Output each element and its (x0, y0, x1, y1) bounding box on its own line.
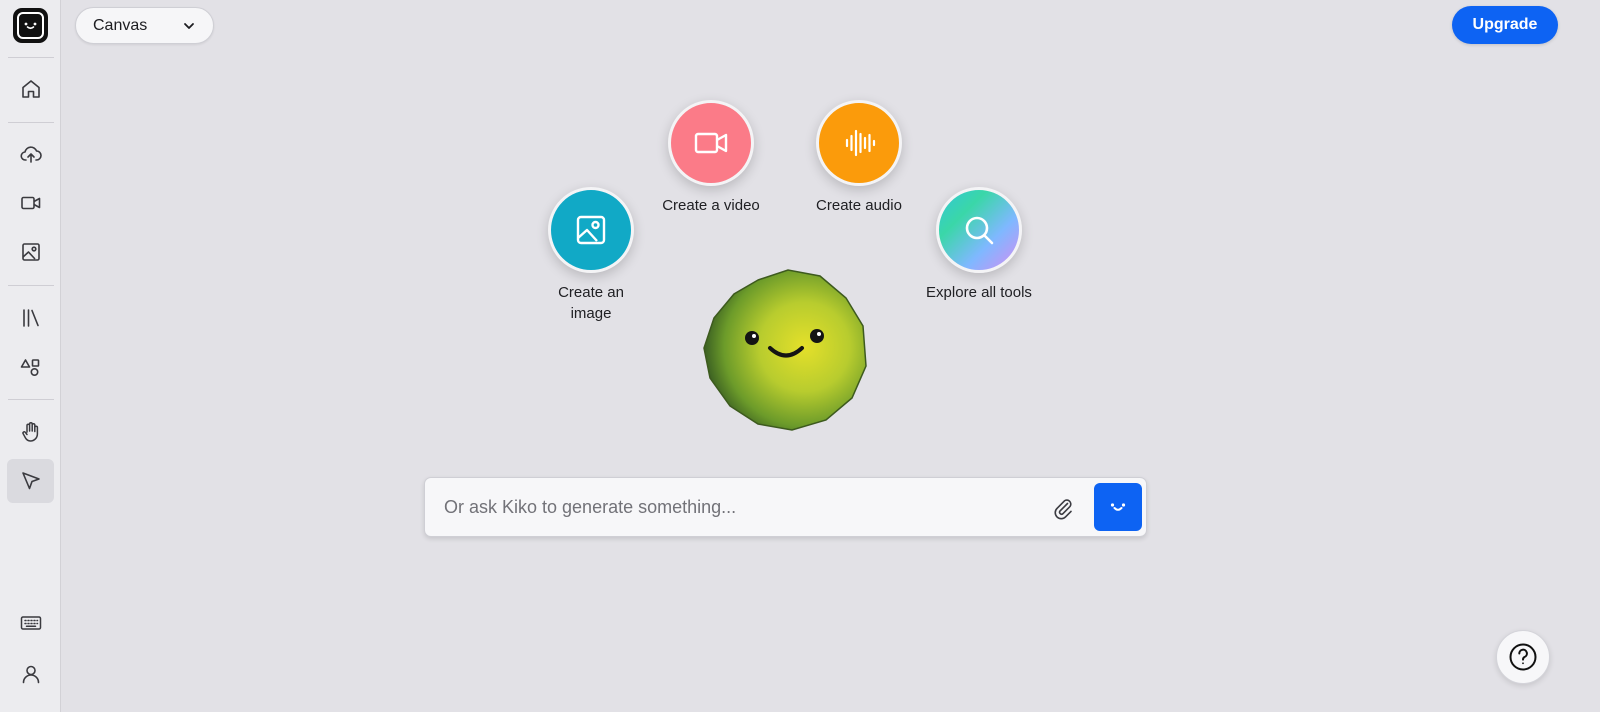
sidebar-item-video[interactable] (7, 181, 54, 225)
attach-button[interactable] (1049, 494, 1077, 522)
kiko-face-icon (1110, 503, 1126, 511)
logo-face-icon (17, 12, 44, 39)
sidebar-divider (8, 285, 54, 286)
image-icon (576, 215, 606, 245)
sidebar-item-image[interactable] (7, 230, 54, 274)
sidebar-item-account[interactable] (7, 652, 54, 696)
sidebar-item-library[interactable] (7, 296, 54, 340)
sidebar-item-elements[interactable] (7, 345, 54, 389)
sidebar-item-hand-tool[interactable] (7, 410, 54, 454)
explore-tools-action[interactable]: Explore all tools (909, 187, 1049, 303)
sidebar-item-home[interactable] (7, 67, 54, 111)
create-audio-label: Create audio (816, 197, 902, 214)
help-button[interactable] (1496, 630, 1550, 684)
explore-tools-label: Explore all tools (926, 284, 1032, 301)
create-audio-action[interactable]: Create audio (789, 100, 929, 216)
sidebar-item-select-tool[interactable] (7, 459, 54, 503)
user-icon (22, 665, 39, 684)
home-icon (21, 80, 40, 98)
sidebar (0, 0, 61, 712)
canvas-select-label: Canvas (93, 16, 148, 34)
help-icon (1509, 643, 1537, 671)
sidebar-divider (8, 122, 54, 123)
kiko-eye-left (745, 331, 759, 345)
video-icon (694, 132, 728, 154)
search-icon (965, 216, 994, 245)
video-icon (20, 196, 40, 210)
create-image-label: Create an image (558, 284, 624, 322)
sidebar-divider (8, 399, 54, 400)
prompt-bar (424, 477, 1147, 537)
chevron-down-icon (184, 22, 194, 29)
create-image-action[interactable]: Create an image (521, 187, 661, 324)
cursor-icon (21, 472, 40, 490)
sidebar-item-keyboard-shortcuts[interactable] (7, 601, 54, 645)
upgrade-button[interactable]: Upgrade (1452, 6, 1558, 44)
app-logo[interactable] (13, 8, 48, 43)
sidebar-item-upload[interactable] (7, 132, 54, 176)
send-button[interactable] (1094, 483, 1142, 531)
paperclip-icon (1054, 499, 1072, 520)
canvas-select-dropdown[interactable]: Canvas (75, 7, 214, 44)
prompt-input[interactable] (425, 478, 1035, 536)
create-video-action[interactable]: Create a video (641, 100, 781, 216)
shapes-icon (20, 359, 39, 377)
kiko-eye-right (810, 329, 824, 343)
explore-tools-button[interactable] (936, 187, 1022, 273)
upload-cloud-icon (19, 146, 42, 163)
audio-wave-icon (845, 129, 876, 157)
keyboard-icon (20, 616, 41, 630)
create-audio-button[interactable] (816, 100, 902, 186)
hand-icon (21, 422, 38, 442)
create-image-button[interactable] (548, 187, 634, 273)
library-icon (22, 309, 39, 327)
create-video-label: Create a video (662, 197, 760, 214)
kiko-mascot[interactable] (700, 268, 870, 432)
image-icon (21, 243, 40, 261)
create-video-button[interactable] (668, 100, 754, 186)
sidebar-divider (8, 57, 54, 58)
